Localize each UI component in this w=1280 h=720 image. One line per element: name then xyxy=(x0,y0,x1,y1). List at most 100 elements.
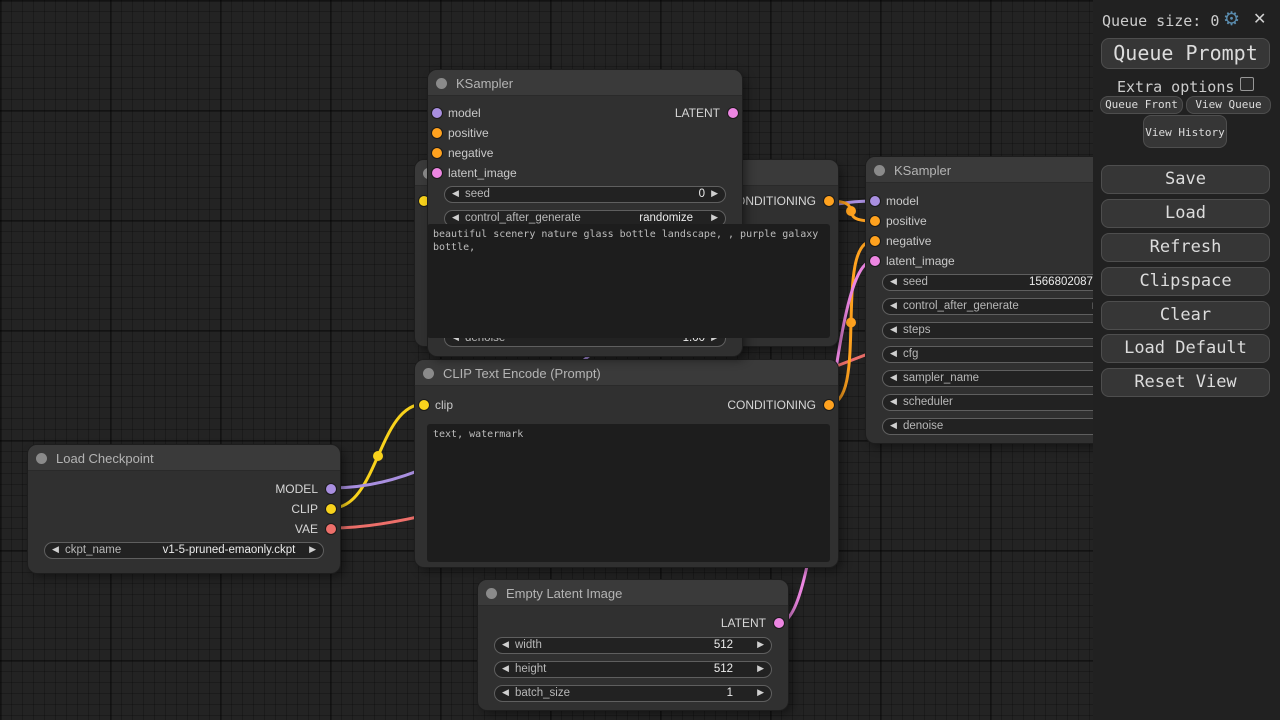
height-widget[interactable]: height 512 xyxy=(494,661,772,678)
collapse-dot-icon[interactable] xyxy=(423,368,434,379)
widget-value: 512 xyxy=(714,663,733,675)
node-clip-bottom-titlebar[interactable]: CLIP Text Encode (Prompt) xyxy=(415,360,838,386)
seed-widget[interactable]: seed 0 xyxy=(444,186,726,203)
node-title: CLIP Text Encode (Prompt) xyxy=(443,366,601,381)
previous-option-arrow-icon[interactable] xyxy=(52,544,59,555)
view-history-button[interactable]: View History xyxy=(1143,115,1227,148)
decrement-arrow-icon[interactable] xyxy=(890,300,897,311)
latent-output-label: LATENT xyxy=(721,616,766,630)
widget-label: control_after_generate xyxy=(903,300,1019,312)
reset-view-button[interactable]: Reset View xyxy=(1101,368,1270,397)
widget-label: seed xyxy=(903,276,928,288)
node-empty-latent-image[interactable]: Empty Latent Image LATENT width 512 heig… xyxy=(478,580,788,710)
ckpt-name-widget[interactable]: ckpt_name v1-5-pruned-emaonly.ckpt xyxy=(44,542,324,559)
load-default-button[interactable]: Load Default xyxy=(1101,334,1270,363)
decrement-arrow-icon[interactable] xyxy=(502,663,509,674)
decrement-arrow-icon[interactable] xyxy=(452,212,459,223)
queue-front-button[interactable]: Queue Front xyxy=(1100,96,1183,114)
node-title: KSampler xyxy=(894,163,951,178)
clip-output-port[interactable] xyxy=(326,504,336,514)
view-queue-button[interactable]: View Queue xyxy=(1186,96,1271,114)
positive-input-label: positive xyxy=(886,214,927,228)
latent-image-input-port[interactable] xyxy=(432,168,442,178)
decrement-arrow-icon[interactable] xyxy=(452,188,459,199)
widget-label: sampler_name xyxy=(903,372,979,384)
collapse-dot-icon[interactable] xyxy=(36,453,47,464)
widget-value: 15668020871 xyxy=(1029,276,1099,288)
collapse-dot-icon[interactable] xyxy=(436,78,447,89)
conditioning-output-port[interactable] xyxy=(824,196,834,206)
node-checkpoint-titlebar[interactable]: Load Checkpoint xyxy=(28,445,340,471)
widget-label: ckpt_name xyxy=(65,544,121,556)
model-input-label: model xyxy=(886,194,919,208)
clip-input-port[interactable] xyxy=(419,400,429,410)
model-input-port[interactable] xyxy=(870,196,880,206)
model-input-port[interactable] xyxy=(432,108,442,118)
latent-image-input-label: latent_image xyxy=(448,166,517,180)
increment-arrow-icon[interactable] xyxy=(711,212,718,223)
model-output-label: MODEL xyxy=(275,482,318,496)
load-button[interactable]: Load xyxy=(1101,199,1270,228)
refresh-button[interactable]: Refresh xyxy=(1101,233,1270,262)
node-load-checkpoint[interactable]: Load Checkpoint MODEL CLIP VAE ckpt_name… xyxy=(28,445,340,573)
increment-arrow-icon[interactable] xyxy=(757,663,764,674)
latent-image-input-label: latent_image xyxy=(886,254,955,268)
batch-size-widget[interactable]: batch_size 1 xyxy=(494,685,772,702)
decrement-arrow-icon[interactable] xyxy=(890,324,897,335)
decrement-arrow-icon[interactable] xyxy=(890,348,897,359)
node-title: Load Checkpoint xyxy=(56,451,154,466)
increment-arrow-icon[interactable] xyxy=(711,188,718,199)
save-button[interactable]: Save xyxy=(1101,165,1270,194)
decrement-arrow-icon[interactable] xyxy=(890,396,897,407)
latent-output-port[interactable] xyxy=(774,618,784,628)
queue-prompt-button[interactable]: Queue Prompt xyxy=(1101,38,1270,69)
decrement-arrow-icon[interactable] xyxy=(890,372,897,383)
node-title: Empty Latent Image xyxy=(506,586,622,601)
node-empty-latent-titlebar[interactable]: Empty Latent Image xyxy=(478,580,788,606)
widget-label: cfg xyxy=(903,348,918,360)
widget-label: steps xyxy=(903,324,931,336)
decrement-arrow-icon[interactable] xyxy=(502,639,509,650)
settings-gear-icon[interactable] xyxy=(1223,8,1240,31)
increment-arrow-icon[interactable] xyxy=(757,687,764,698)
negative-prompt-textarea[interactable]: text, watermark xyxy=(427,424,830,562)
collapse-dot-icon[interactable] xyxy=(874,165,885,176)
clear-button[interactable]: Clear xyxy=(1101,301,1270,330)
latent-image-input-port[interactable] xyxy=(870,256,880,266)
positive-prompt-textarea[interactable]: beautiful scenery nature glass bottle la… xyxy=(427,224,830,338)
clipspace-button[interactable]: Clipspace xyxy=(1101,267,1270,296)
close-menu-icon[interactable] xyxy=(1253,9,1266,29)
widget-label: scheduler xyxy=(903,396,953,408)
widget-label: height xyxy=(515,663,546,675)
widget-value: 0 xyxy=(699,188,705,200)
widget-label: denoise xyxy=(903,420,943,432)
widget-value: randomize xyxy=(639,212,693,224)
vae-output-port[interactable] xyxy=(326,524,336,534)
negative-input-port[interactable] xyxy=(870,236,880,246)
node-ksampler-top-titlebar[interactable]: KSampler xyxy=(428,70,742,96)
extra-options-checkbox[interactable] xyxy=(1240,77,1254,91)
decrement-arrow-icon[interactable] xyxy=(502,687,509,698)
decrement-arrow-icon[interactable] xyxy=(890,420,897,431)
negative-input-label: negative xyxy=(886,234,931,248)
conditioning-output-label: CONDITIONING xyxy=(727,398,816,412)
negative-input-label: negative xyxy=(448,146,493,160)
queue-size-label: Queue size: 0 xyxy=(1102,12,1219,30)
widget-value: 1 xyxy=(727,687,733,699)
positive-input-port[interactable] xyxy=(432,128,442,138)
latent-output-port[interactable] xyxy=(728,108,738,118)
positive-input-port[interactable] xyxy=(870,216,880,226)
positive-input-label: positive xyxy=(448,126,489,140)
extra-options-label: Extra options xyxy=(1117,78,1234,96)
next-option-arrow-icon[interactable] xyxy=(309,544,316,555)
collapse-dot-icon[interactable] xyxy=(486,588,497,599)
graph-canvas[interactable]: CLIP Text Encode (Prompt) clip CONDITION… xyxy=(0,0,1280,720)
decrement-arrow-icon[interactable] xyxy=(890,276,897,287)
conditioning-output-port[interactable] xyxy=(824,400,834,410)
widget-label: control_after_generate xyxy=(465,212,581,224)
increment-arrow-icon[interactable] xyxy=(757,639,764,650)
node-title: KSampler xyxy=(456,76,513,91)
model-output-port[interactable] xyxy=(326,484,336,494)
width-widget[interactable]: width 512 xyxy=(494,637,772,654)
negative-input-port[interactable] xyxy=(432,148,442,158)
